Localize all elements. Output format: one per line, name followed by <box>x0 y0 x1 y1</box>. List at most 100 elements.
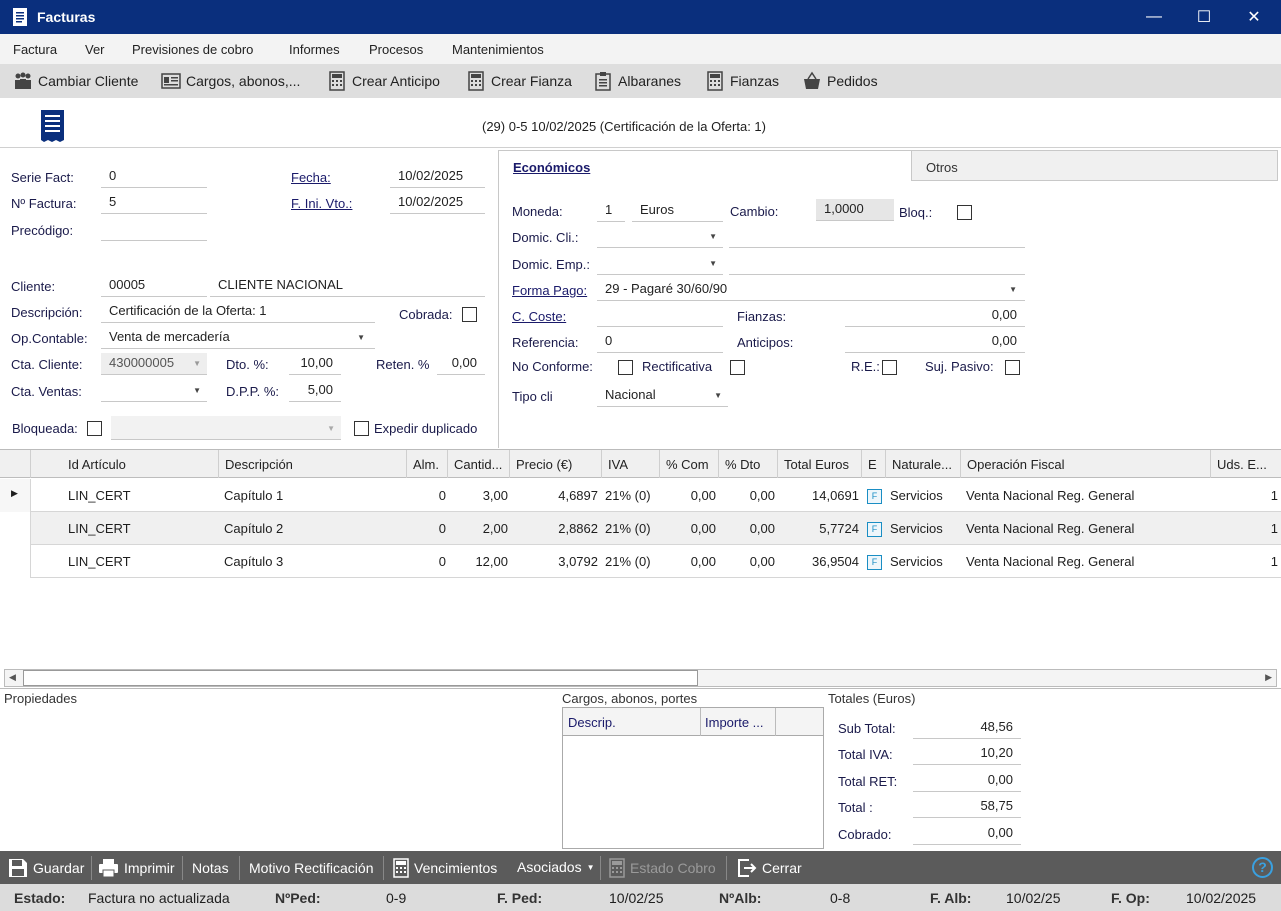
cobrado-value: 0,00 <box>913 823 1021 845</box>
motivo-rectificacion-button[interactable]: Motivo Rectificación <box>249 860 374 876</box>
moneda-code-field[interactable]: 1 <box>597 200 625 222</box>
descripcion-field[interactable]: Certificación de la Oferta: 1 <box>101 301 375 323</box>
menu-procesos[interactable]: Procesos <box>369 42 423 57</box>
minimize-button[interactable]: — <box>1129 0 1179 34</box>
fecha-label[interactable]: Fecha: <box>291 170 331 185</box>
cell-id: LIN_CERT <box>68 554 131 569</box>
chevron-down-icon: ▼ <box>357 333 365 342</box>
cta-ventas-label: Cta. Ventas: <box>11 384 82 399</box>
forma-pago-select[interactable]: 29 - Pagaré 30/60/90 ▼ <box>597 279 1025 301</box>
cambiar-cliente-button[interactable]: Cambiar Cliente <box>13 71 138 91</box>
menu-ver[interactable]: Ver <box>85 42 105 57</box>
help-icon[interactable]: ? <box>1252 857 1273 878</box>
f-ini-vto-field[interactable]: 10/02/2025 <box>390 192 485 214</box>
invoice-icon <box>13 8 27 26</box>
col-descripcion[interactable]: Descripción <box>219 450 407 478</box>
rectificativa-checkbox[interactable] <box>730 360 745 375</box>
f-ini-vto-label[interactable]: F. Ini. Vto.: <box>291 196 352 211</box>
scrollbar-thumb[interactable] <box>23 670 698 686</box>
guardar-button[interactable]: Guardar <box>8 858 84 878</box>
cliente-name-field[interactable]: CLIENTE NACIONAL <box>210 275 485 297</box>
grid-horizontal-scrollbar[interactable]: ◀ ▶ <box>4 669 1277 687</box>
cell-precio: 4,6897 <box>558 488 598 503</box>
n-factura-field[interactable]: 5 <box>101 192 207 214</box>
scroll-left-icon[interactable]: ◀ <box>9 672 16 683</box>
precodigo-field[interactable] <box>101 219 207 241</box>
maximize-button[interactable]: ☐ <box>1179 0 1229 34</box>
menu-previsiones[interactable]: Previsiones de cobro <box>132 42 253 57</box>
cargos-col-descrip[interactable]: Descrip. <box>568 715 701 730</box>
row-indicator <box>0 545 31 578</box>
albaranes-button[interactable]: Albaranes <box>593 71 681 91</box>
nped-label: NºPed: <box>275 890 321 906</box>
pedidos-button[interactable]: Pedidos <box>802 71 878 91</box>
bloq-checkbox[interactable] <box>957 205 972 220</box>
suj-pasivo-checkbox[interactable] <box>1005 360 1020 375</box>
col-uds[interactable]: Uds. E... <box>1211 450 1281 478</box>
crear-fianza-button[interactable]: Crear Fianza <box>466 71 572 91</box>
fianzas-button[interactable]: Fianzas <box>705 71 779 91</box>
falb-value: 10/02/25 <box>1006 890 1061 906</box>
expedir-duplicado-checkbox[interactable] <box>354 421 369 436</box>
col-id-articulo[interactable]: Id Artículo <box>31 450 219 478</box>
col-total-euros[interactable]: Total Euros <box>778 450 862 478</box>
clipboard-icon <box>595 72 611 91</box>
cell-cant: 12,00 <box>475 554 508 569</box>
domic-emp-select[interactable]: ▼ <box>597 253 723 275</box>
serie-fact-field[interactable]: 0 <box>101 166 207 188</box>
scroll-right-icon[interactable]: ▶ <box>1265 672 1272 683</box>
cliente-code-field[interactable]: 00005 <box>101 275 207 297</box>
domic-cli-label: Domic. Cli.: <box>512 230 579 245</box>
tab-economicos[interactable]: Económicos <box>499 150 912 181</box>
calculator-icon <box>707 71 723 91</box>
col-cantidad[interactable]: Cantid... <box>448 450 510 478</box>
imprimir-button[interactable]: Imprimir <box>98 858 175 878</box>
crear-anticipo-button[interactable]: Crear Anticipo <box>327 71 440 91</box>
cerrar-button[interactable]: Cerrar <box>737 858 802 878</box>
col-e[interactable]: E <box>862 450 886 478</box>
op-contable-select[interactable]: Venta de mercadería ▼ <box>101 327 375 349</box>
col-naturaleza[interactable]: Naturale... <box>886 450 961 478</box>
forma-pago-label[interactable]: Forma Pago: <box>512 283 587 298</box>
row-indicator <box>0 512 31 545</box>
dto-label: Dto. %: <box>226 357 269 372</box>
descripcion-label: Descripción: <box>11 305 83 320</box>
cargos-col-importe[interactable]: Importe ... <box>705 715 764 730</box>
reten-field[interactable]: 0,00 <box>437 353 485 375</box>
vencimientos-button[interactable]: Vencimientos <box>393 858 497 878</box>
cobrada-checkbox[interactable] <box>462 307 477 322</box>
table-row[interactable]: ▶ LIN_CERT Capítulo 1 0 3,00 4,6897 21% … <box>0 479 1281 512</box>
nalb-value: 0-8 <box>830 890 851 906</box>
re-checkbox[interactable] <box>882 360 897 375</box>
col-alm[interactable]: Alm. <box>407 450 448 478</box>
dpp-field[interactable]: 5,00 <box>289 380 341 402</box>
col-iva[interactable]: IVA <box>602 450 660 478</box>
menu-informes[interactable]: Informes <box>289 42 340 57</box>
tab-otros[interactable]: Otros <box>912 150 1278 181</box>
cargos-button[interactable]: Cargos, abonos,... <box>161 71 300 91</box>
cta-ventas-select[interactable]: ▼ <box>101 380 207 402</box>
notas-button[interactable]: Notas <box>192 860 229 876</box>
menu-mantenimientos[interactable]: Mantenimientos <box>452 42 544 57</box>
bloqueada-checkbox[interactable] <box>87 421 102 436</box>
dto-field[interactable]: 10,00 <box>289 353 341 375</box>
tipo-cli-select[interactable]: Nacional ▼ <box>597 385 728 407</box>
close-button[interactable]: ✕ <box>1229 0 1279 34</box>
asociados-button[interactable]: Asociados ▼ <box>517 859 595 875</box>
fecha-field[interactable]: 10/02/2025 <box>390 166 485 188</box>
c-coste-label[interactable]: C. Coste: <box>512 309 566 324</box>
table-row[interactable]: LIN_CERT Capítulo 3 0 12,00 3,0792 21% (… <box>0 545 1281 578</box>
imprimir-label: Imprimir <box>124 860 175 876</box>
table-row[interactable]: LIN_CERT Capítulo 2 0 2,00 2,8862 21% (0… <box>0 512 1281 545</box>
col-com[interactable]: % Com <box>660 450 719 478</box>
no-conforme-checkbox[interactable] <box>618 360 633 375</box>
moneda-name-field[interactable]: Euros <box>632 200 723 222</box>
c-coste-field[interactable] <box>597 305 723 327</box>
col-operacion-fiscal[interactable]: Operación Fiscal <box>961 450 1211 478</box>
col-precio[interactable]: Precio (€) <box>510 450 602 478</box>
cell-operacion: Venta Nacional Reg. General <box>966 554 1135 569</box>
domic-cli-select[interactable]: ▼ <box>597 226 723 248</box>
menu-factura[interactable]: Factura <box>13 42 57 57</box>
referencia-field[interactable]: 0 <box>597 331 723 353</box>
col-dto[interactable]: % Dto <box>719 450 778 478</box>
